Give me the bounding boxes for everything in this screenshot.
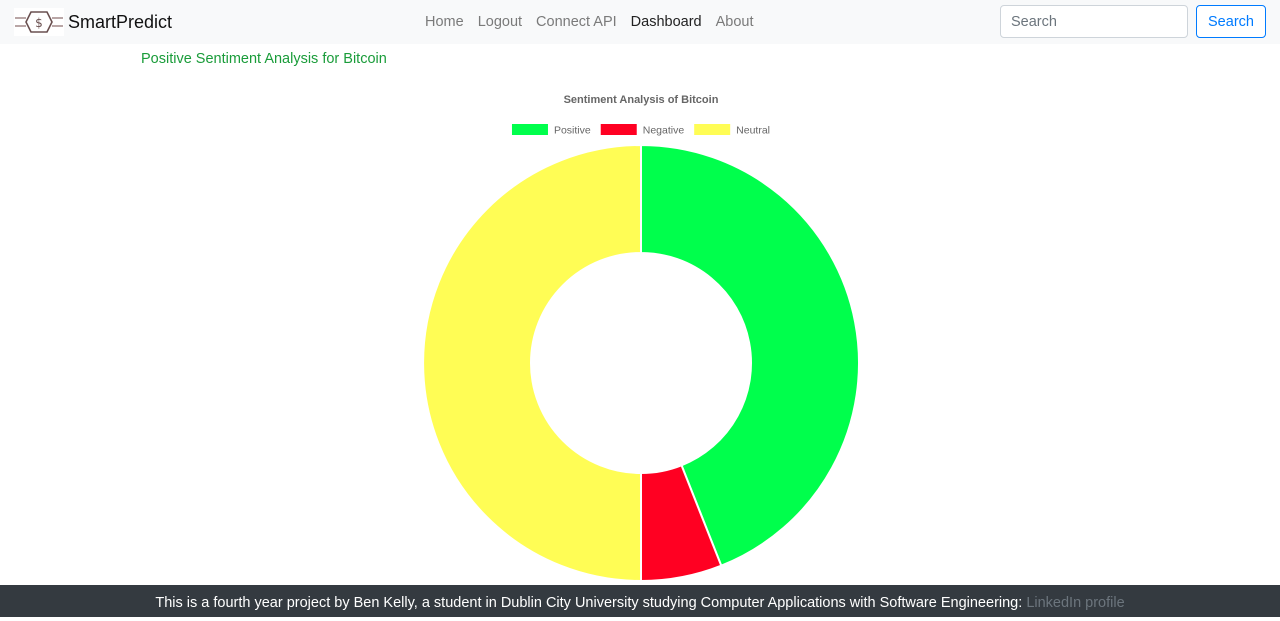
footer-text: This is a fourth year project by Ben Kel… bbox=[155, 595, 1027, 611]
legend-swatch-positive[interactable] bbox=[511, 124, 548, 135]
nav-connect-api-link[interactable]: Connect API bbox=[529, 14, 624, 30]
page-heading: Positive Sentiment Analysis for Bitcoin bbox=[141, 51, 387, 67]
brand-name: SmartPredict bbox=[68, 11, 173, 32]
search-input[interactable] bbox=[1000, 5, 1188, 38]
sentiment-donut-chart-svg: Sentiment Analysis of Bitcoin Positive Ne… bbox=[422, 94, 860, 583]
linkedin-profile-link[interactable]: LinkedIn profile bbox=[1026, 595, 1124, 611]
nav-home-link[interactable]: Home bbox=[418, 14, 471, 30]
footer: This is a fourth year project by Ben Kel… bbox=[0, 585, 1280, 617]
svg-text:$: $ bbox=[35, 16, 43, 30]
legend-label-neutral[interactable]: Neutral bbox=[736, 125, 770, 137]
legend-swatch-negative[interactable] bbox=[600, 124, 637, 135]
nav-logout-link[interactable]: Logout bbox=[471, 14, 529, 30]
legend-label-negative[interactable]: Negative bbox=[643, 125, 685, 137]
dollar-hex-logo-icon: $ bbox=[14, 8, 64, 36]
legend-swatch-neutral[interactable] bbox=[694, 124, 731, 135]
nav-dashboard-link[interactable]: Dashboard bbox=[624, 14, 709, 30]
sentiment-chart: Sentiment Analysis of Bitcoin Positive Ne… bbox=[0, 86, 1280, 585]
legend-label-positive[interactable]: Positive bbox=[554, 125, 591, 137]
chart-slices bbox=[422, 143, 860, 583]
chart-legend: Positive Negative Neutral bbox=[511, 124, 770, 137]
nav-links: Home Logout Connect API Dashboard About bbox=[418, 0, 761, 44]
navbar: $ SmartPredict Home Logout Connect API D… bbox=[0, 0, 1280, 44]
brand-link[interactable]: $ SmartPredict bbox=[14, 8, 172, 36]
slice-neutral[interactable] bbox=[422, 143, 642, 583]
chart-title: Sentiment Analysis of Bitcoin bbox=[564, 94, 719, 106]
search-button[interactable]: Search bbox=[1196, 5, 1266, 38]
nav-about-link[interactable]: About bbox=[709, 14, 761, 30]
